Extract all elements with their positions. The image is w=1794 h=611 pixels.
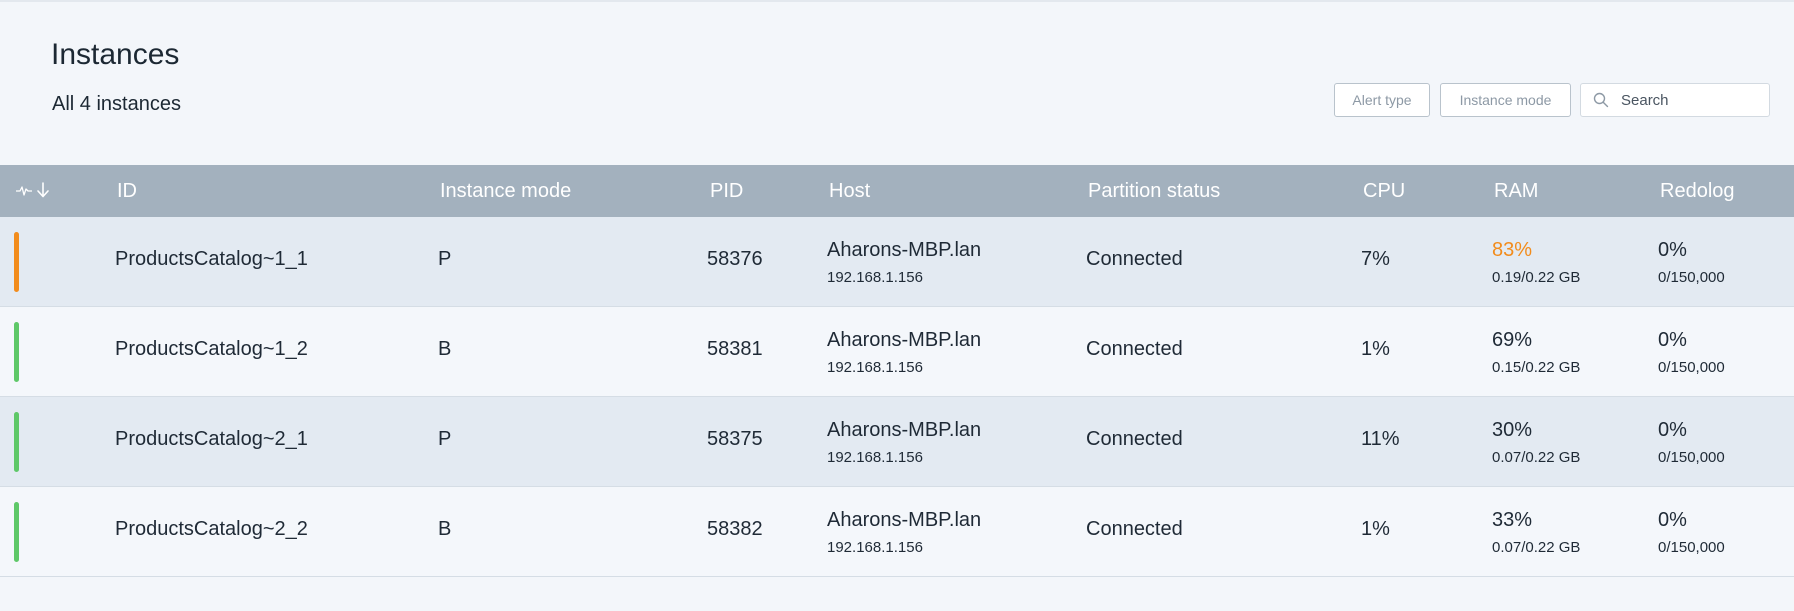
redolog-detail: 0/150,000 [1658, 359, 1725, 376]
instance-mode: B [438, 518, 452, 540]
ram-detail: 0.15/0.22 GB [1492, 359, 1581, 376]
cpu-usage: 1% [1361, 518, 1390, 540]
cpu-usage: 7% [1361, 248, 1390, 270]
host-name: Aharons-MBP.lan [827, 509, 982, 531]
search-box[interactable] [1580, 83, 1770, 117]
column-header-ram[interactable]: RAM [1494, 165, 1538, 217]
redolog-detail: 0/150,000 [1658, 449, 1725, 466]
alert-type-filter-button[interactable]: Alert type [1334, 83, 1430, 117]
status-indicator [14, 232, 19, 292]
arrow-down-icon [36, 181, 50, 204]
instance-id: ProductsCatalog~2_1 [115, 428, 308, 450]
host-name: Aharons-MBP.lan [827, 239, 982, 261]
column-header-cpu[interactable]: CPU [1363, 165, 1405, 217]
status-indicator [14, 502, 19, 562]
page-title: Instances [51, 38, 180, 71]
table-row[interactable]: ProductsCatalog~2_2 B 58382 Aharons-MBP.… [0, 487, 1794, 577]
host-ip: 192.168.1.156 [827, 359, 923, 376]
status-indicator [14, 412, 19, 472]
table-row[interactable]: ProductsCatalog~2_1 P 58375 Aharons-MBP.… [0, 397, 1794, 487]
alert-sort-control[interactable] [16, 181, 50, 204]
instance-pid: 58381 [707, 338, 763, 360]
instances-table: ID Instance mode PID Host Partition stat… [0, 165, 1794, 577]
table-header: ID Instance mode PID Host Partition stat… [0, 165, 1794, 217]
instance-id: ProductsCatalog~1_1 [115, 248, 308, 270]
ram-usage: 33% [1492, 509, 1533, 531]
host-ip: 192.168.1.156 [827, 539, 923, 556]
column-header-partition-status[interactable]: Partition status [1088, 165, 1220, 217]
redolog-detail: 0/150,000 [1658, 269, 1725, 286]
partition-status: Connected [1086, 248, 1183, 270]
instance-mode-filter-button[interactable]: Instance mode [1440, 83, 1571, 117]
partition-status: Connected [1086, 338, 1183, 360]
search-icon [1593, 92, 1609, 108]
pulse-icon [16, 182, 32, 203]
status-indicator [14, 322, 19, 382]
instance-mode: P [438, 248, 452, 270]
host-ip: 192.168.1.156 [827, 449, 923, 466]
cpu-usage: 1% [1361, 338, 1390, 360]
column-header-host[interactable]: Host [829, 165, 870, 217]
column-header-id[interactable]: ID [117, 165, 137, 217]
instance-pid: 58382 [707, 518, 763, 540]
search-input[interactable] [1619, 90, 1763, 110]
ram-detail: 0.07/0.22 GB [1492, 449, 1581, 466]
ram-detail: 0.07/0.22 GB [1492, 539, 1581, 556]
instance-mode: P [438, 428, 452, 450]
ram-usage: 69% [1492, 329, 1533, 351]
instance-id: ProductsCatalog~1_2 [115, 338, 308, 360]
page-header: Instances All 4 instances Alert type Ins… [0, 0, 1794, 165]
host-name: Aharons-MBP.lan [827, 419, 982, 441]
instance-mode: B [438, 338, 452, 360]
column-header-redolog[interactable]: Redolog [1660, 165, 1735, 217]
ram-usage: 83% [1492, 239, 1533, 261]
partition-status: Connected [1086, 428, 1183, 450]
redolog-detail: 0/150,000 [1658, 539, 1725, 556]
host-name: Aharons-MBP.lan [827, 329, 982, 351]
column-header-instance-mode[interactable]: Instance mode [440, 165, 571, 217]
redolog-usage: 0% [1658, 329, 1687, 351]
ram-usage: 30% [1492, 419, 1533, 441]
instance-pid: 58375 [707, 428, 763, 450]
host-ip: 192.168.1.156 [827, 269, 923, 286]
instance-id: ProductsCatalog~2_2 [115, 518, 308, 540]
column-header-pid[interactable]: PID [710, 165, 743, 217]
redolog-usage: 0% [1658, 239, 1687, 261]
ram-detail: 0.19/0.22 GB [1492, 269, 1581, 286]
instance-count: All 4 instances [52, 93, 181, 115]
cpu-usage: 11% [1361, 428, 1400, 450]
instance-pid: 58376 [707, 248, 763, 270]
table-row[interactable]: ProductsCatalog~1_1 P 58376 Aharons-MBP.… [0, 217, 1794, 307]
redolog-usage: 0% [1658, 419, 1687, 441]
table-row[interactable]: ProductsCatalog~1_2 B 58381 Aharons-MBP.… [0, 307, 1794, 397]
redolog-usage: 0% [1658, 509, 1687, 531]
partition-status: Connected [1086, 518, 1183, 540]
